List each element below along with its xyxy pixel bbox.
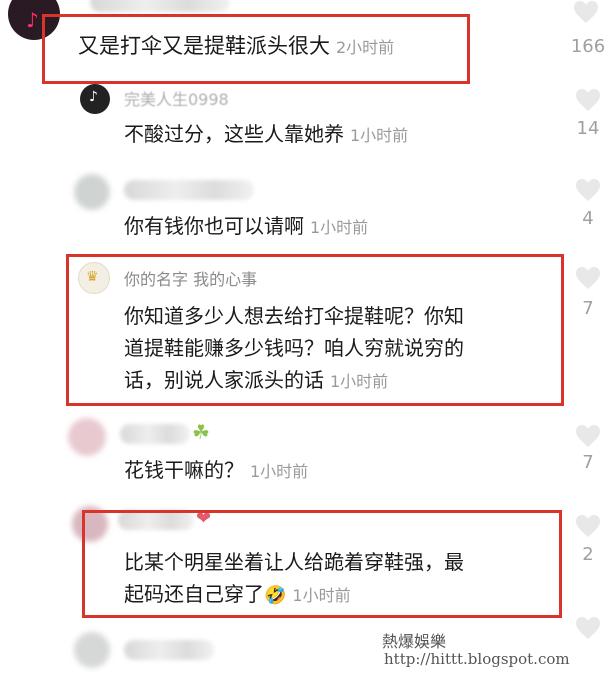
- comment-time: 1小时前: [310, 218, 369, 237]
- comment-4-text-block: 你知道多少人想去给打伞提鞋呢？你知 道提鞋能赚多少钱吗？咱人穷就说穷的 话，别说…: [124, 300, 464, 398]
- comment-1-text-row: 又是打伞又是提鞋派头很大 2小时前: [78, 30, 394, 64]
- like-count: 7: [582, 298, 594, 319]
- comment-6-last-line: 起码还自己穿了🤣 1小时前: [124, 578, 464, 612]
- comment-5-text-row: 花钱干嘛的？ 1小时前: [124, 454, 308, 488]
- comment-text: 又是打伞又是提鞋派头很大: [78, 34, 330, 58]
- comment-username[interactable]: 你的名字 我的心事: [124, 266, 257, 290]
- music-note-icon: ♪: [89, 89, 98, 105]
- like-heart-icon[interactable]: [575, 88, 601, 112]
- like-count: 166: [570, 36, 606, 57]
- comment-3-text-row: 你有钱你也可以请啊 1小时前: [124, 210, 368, 244]
- username-blurred-3: [124, 180, 254, 200]
- avatar-comment-4[interactable]: ♛: [78, 262, 110, 294]
- like-heart-icon[interactable]: [575, 616, 601, 640]
- comment-text: 花钱干嘛的？: [124, 458, 244, 482]
- like-count: 2: [582, 544, 594, 565]
- laughing-emoji: 🤣: [264, 585, 287, 606]
- comment-4-last-line: 话，别说人家派头的话 1小时前: [124, 364, 464, 398]
- comment-text: 不酸过分，这些人靠她养: [124, 122, 344, 146]
- like-heart-icon[interactable]: [575, 266, 601, 290]
- like-heart-icon[interactable]: [575, 514, 601, 538]
- crown-icon: ♛: [86, 269, 99, 285]
- comment-6-text-block: 比某个明星坐着让人给跪着穿鞋强，最 起码还自己穿了🤣 1小时前: [124, 546, 464, 612]
- avatar-comment-5[interactable]: [68, 418, 106, 456]
- comment-time: 1小时前: [250, 462, 309, 481]
- avatar-comment-3[interactable]: [74, 174, 110, 210]
- comment-time: 2小时前: [336, 38, 395, 57]
- comment-text-line: 比某个明星坐着让人给跪着穿鞋强，最: [124, 550, 464, 574]
- like-heart-icon[interactable]: [575, 424, 601, 448]
- username-blurred-5: [120, 424, 190, 444]
- comment-text-line: 你知道多少人想去给打伞提鞋呢？你知: [124, 304, 464, 328]
- like-heart-icon[interactable]: [575, 178, 601, 202]
- like-count: 4: [582, 208, 594, 229]
- avatar-comment-7[interactable]: [74, 632, 110, 668]
- like-count: 7: [582, 452, 594, 473]
- music-note-icon: ♪: [26, 8, 39, 32]
- clover-icon: ☘: [192, 420, 210, 444]
- comment-time: 1小时前: [292, 586, 351, 605]
- avatar-comment-2[interactable]: ♪: [80, 84, 110, 114]
- comment-text: 你有钱你也可以请啊: [124, 214, 304, 238]
- comment-2-text-row: 不酸过分，这些人靠她养 1小时前: [124, 118, 408, 152]
- comment-username[interactable]: 完美人生0998: [124, 86, 229, 110]
- comment-text-line: 起码还自己穿了: [124, 582, 264, 606]
- comment-text-line: 道提鞋能赚多少钱吗？咱人穷就说穷的: [124, 336, 464, 360]
- like-count: 14: [576, 118, 600, 139]
- username-blurred-7: [124, 640, 214, 660]
- watermark-url: http://hittt.blogspot.com: [384, 650, 570, 668]
- like-heart-icon[interactable]: [573, 0, 599, 24]
- watermark-title: 熱爆娛樂: [382, 632, 447, 651]
- username-blurred-1: [90, 0, 230, 12]
- comment-time: 1小时前: [330, 372, 389, 391]
- comment-time: 1小时前: [350, 126, 409, 145]
- comment-text-line: 话，别说人家派头的话: [124, 368, 324, 392]
